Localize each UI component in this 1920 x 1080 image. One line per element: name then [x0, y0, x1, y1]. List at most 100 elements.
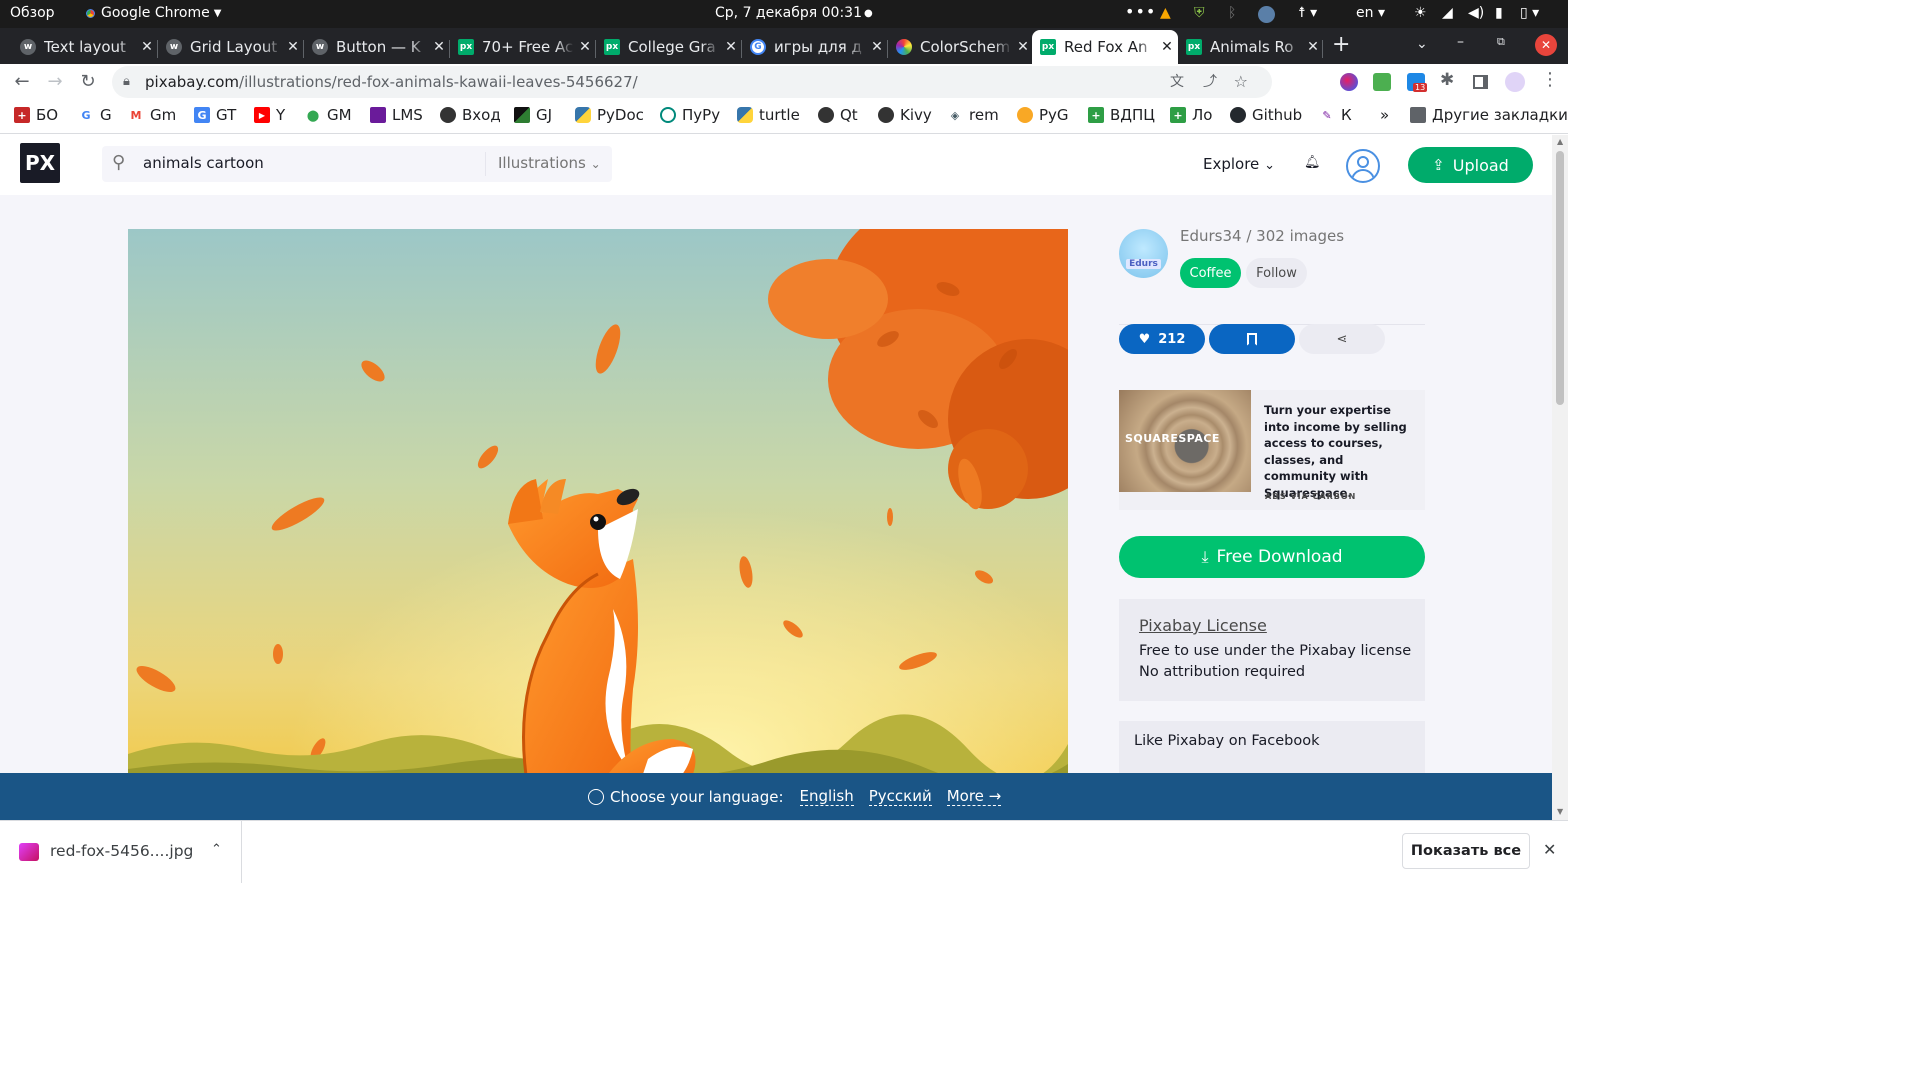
new-tab-icon[interactable]: + [1332, 32, 1350, 57]
download-item[interactable]: red-fox-5456....jpg ⌃ [0, 821, 242, 883]
bookmark[interactable]: ✎ К [1319, 106, 1351, 124]
wifi-icon[interactable]: ◢ [1442, 5, 1453, 21]
language-russian-link[interactable]: Русский [868, 787, 932, 806]
bookmark[interactable]: Вход [440, 106, 501, 124]
search-input[interactable]: animals cartoon [143, 154, 264, 172]
close-tab-icon[interactable]: ✕ [1156, 39, 1178, 55]
bluetooth-icon[interactable]: ᛒ [1228, 5, 1236, 21]
translate-icon[interactable]: 文 [1170, 66, 1184, 98]
bookmark[interactable]: Kivy [878, 106, 932, 124]
tab[interactable]: w Grid Layout ✕ [158, 30, 304, 64]
follow-button[interactable]: Follow [1246, 258, 1307, 288]
tab[interactable]: ColorSchem ✕ [888, 30, 1034, 64]
bookmark[interactable]: GJ [514, 106, 552, 124]
weather-icon[interactable] [1258, 6, 1275, 23]
share-button[interactable]: ⋖ [1299, 324, 1385, 354]
bookmark[interactable]: PyDoc [575, 106, 644, 124]
bookmark[interactable]: M Gm [128, 106, 177, 124]
extensions-puzzle-icon[interactable]: ✱ [1440, 70, 1454, 90]
ad-attribution[interactable]: ADS VIA CARBON [1265, 492, 1356, 501]
forward-icon[interactable]: → [42, 70, 68, 94]
bookmark[interactable]: G GT [194, 106, 236, 124]
bookmark[interactable]: GG [78, 106, 111, 124]
fox-illustration-image[interactable] [128, 229, 1068, 789]
bookmark[interactable]: + ВДПЦ [1088, 106, 1155, 124]
other-bookmarks-folder[interactable]: Другие закладки [1410, 106, 1568, 124]
tab[interactable]: Gигры для д ✕ [742, 30, 888, 64]
close-tab-icon[interactable]: ✕ [136, 39, 158, 55]
shield-icon[interactable]: ⛨ [1194, 5, 1205, 21]
author-avatar[interactable]: Edurs [1119, 229, 1168, 278]
chevron-up-icon[interactable]: ⌃ [211, 842, 222, 857]
tab[interactable]: w Text layout ✕ [12, 30, 158, 64]
like-button[interactable]: ♥ 212 [1119, 324, 1205, 354]
close-tab-icon[interactable]: ✕ [866, 39, 888, 55]
scrollbar-thumb[interactable] [1556, 151, 1564, 405]
profile-avatar[interactable] [1505, 72, 1525, 92]
bookmark[interactable]: ▶ Y [254, 106, 285, 124]
scroll-down-icon[interactable]: ▼ [1557, 807, 1563, 816]
show-all-downloads-button[interactable]: Показать все [1402, 833, 1530, 869]
menu-kebab-icon[interactable]: ⋮ [1541, 69, 1559, 90]
bookmark[interactable]: PyG [1017, 106, 1069, 124]
notification-bell-icon[interactable]: 🔔︎ [1304, 155, 1321, 170]
bookmark[interactable]: LMS [370, 106, 423, 124]
volume-icon[interactable]: ◀) [1468, 5, 1484, 21]
coffee-button[interactable]: Coffee [1180, 258, 1241, 288]
bookmark[interactable]: + БО [14, 106, 58, 124]
microphone-icon[interactable]: ▮ [1495, 5, 1503, 21]
page-scrollbar[interactable]: ▲ ▼ [1552, 135, 1568, 820]
restore-icon[interactable]: ⧉ [1497, 35, 1505, 49]
bookmark[interactable]: Qt [818, 106, 858, 124]
language-english-link[interactable]: English [799, 787, 854, 806]
tab-active[interactable]: px Red Fox An ✕ [1032, 30, 1178, 64]
reload-icon[interactable]: ↻ [75, 70, 101, 94]
close-window-icon[interactable]: ✕ [1535, 34, 1557, 56]
battery-icon[interactable]: ▯ ▾ [1520, 5, 1539, 21]
clock[interactable]: Ср, 7 декабря 00:31 [715, 5, 862, 21]
bookmark[interactable]: turtle [737, 106, 800, 124]
search-bar[interactable]: ⚲ animals cartoon Illustrations ⌄ [102, 146, 612, 182]
tab[interactable]: px College Gra ✕ [596, 30, 742, 64]
close-tab-icon[interactable]: ✕ [428, 39, 450, 55]
close-tab-icon[interactable]: ✕ [1012, 39, 1034, 55]
bookmark[interactable]: + Ло [1170, 106, 1212, 124]
close-tab-icon[interactable]: ✕ [282, 39, 304, 55]
category-dropdown[interactable]: Illustrations ⌄ [498, 154, 601, 172]
tab-search-icon[interactable]: ⌄ [1416, 36, 1428, 52]
vlc-icon[interactable]: ▲ [1160, 5, 1171, 21]
bookmark[interactable]: ⬤ GM [305, 106, 352, 124]
close-tab-icon[interactable]: ✕ [574, 39, 596, 55]
bookmark[interactable]: ПуРу [660, 106, 720, 124]
bookmarks-overflow-button[interactable]: » [1380, 106, 1389, 124]
language-more-link[interactable]: More → [946, 787, 1002, 806]
upload-button[interactable]: ⇪ Upload [1408, 147, 1533, 183]
pixabay-logo[interactable]: PX [20, 143, 60, 183]
brightness-icon[interactable]: ☀ [1414, 5, 1427, 21]
free-download-button[interactable]: ⤓ Free Download [1119, 536, 1425, 578]
side-panel-icon[interactable] [1473, 75, 1488, 89]
close-tab-icon[interactable]: ✕ [720, 39, 742, 55]
close-shelf-icon[interactable]: ✕ [1543, 840, 1556, 859]
more-indicator-icon[interactable]: ••• [1125, 2, 1156, 21]
keyboard-layout[interactable]: en ▾ [1356, 5, 1385, 21]
bookmark-button[interactable] [1209, 324, 1295, 354]
back-icon[interactable]: ← [9, 70, 35, 94]
app-menu[interactable]: Google Chrome ▼ [84, 5, 221, 21]
author-name[interactable]: Edurs34 / 302 images [1180, 227, 1344, 245]
close-tab-icon[interactable]: ✕ [1302, 39, 1324, 55]
explore-menu[interactable]: Explore ⌄ [1203, 155, 1275, 173]
extension-badge-icon[interactable]: 13 [1407, 73, 1428, 92]
license-link[interactable]: Pixabay License [1139, 616, 1267, 635]
tab[interactable]: px Animals Ro ✕ [1178, 30, 1324, 64]
scroll-up-icon[interactable]: ▲ [1557, 137, 1563, 146]
bookmark-star-icon[interactable]: ☆ [1234, 66, 1248, 98]
address-bar[interactable]: 🔒︎ pixabay.com/illustrations/red-fox-ani… [112, 66, 1272, 98]
user-avatar[interactable] [1346, 149, 1380, 183]
bookmark[interactable]: ◈ rem [947, 106, 999, 124]
tab[interactable]: w Button — K ✕ [304, 30, 450, 64]
share-icon[interactable]: ⤴ [1203, 66, 1217, 98]
carbon-ad[interactable]: SQUARESPACE Turn your expertise into inc… [1119, 390, 1425, 510]
tab[interactable]: px 70+ Free Ac ✕ [450, 30, 596, 64]
extension-icon[interactable] [1340, 73, 1358, 91]
